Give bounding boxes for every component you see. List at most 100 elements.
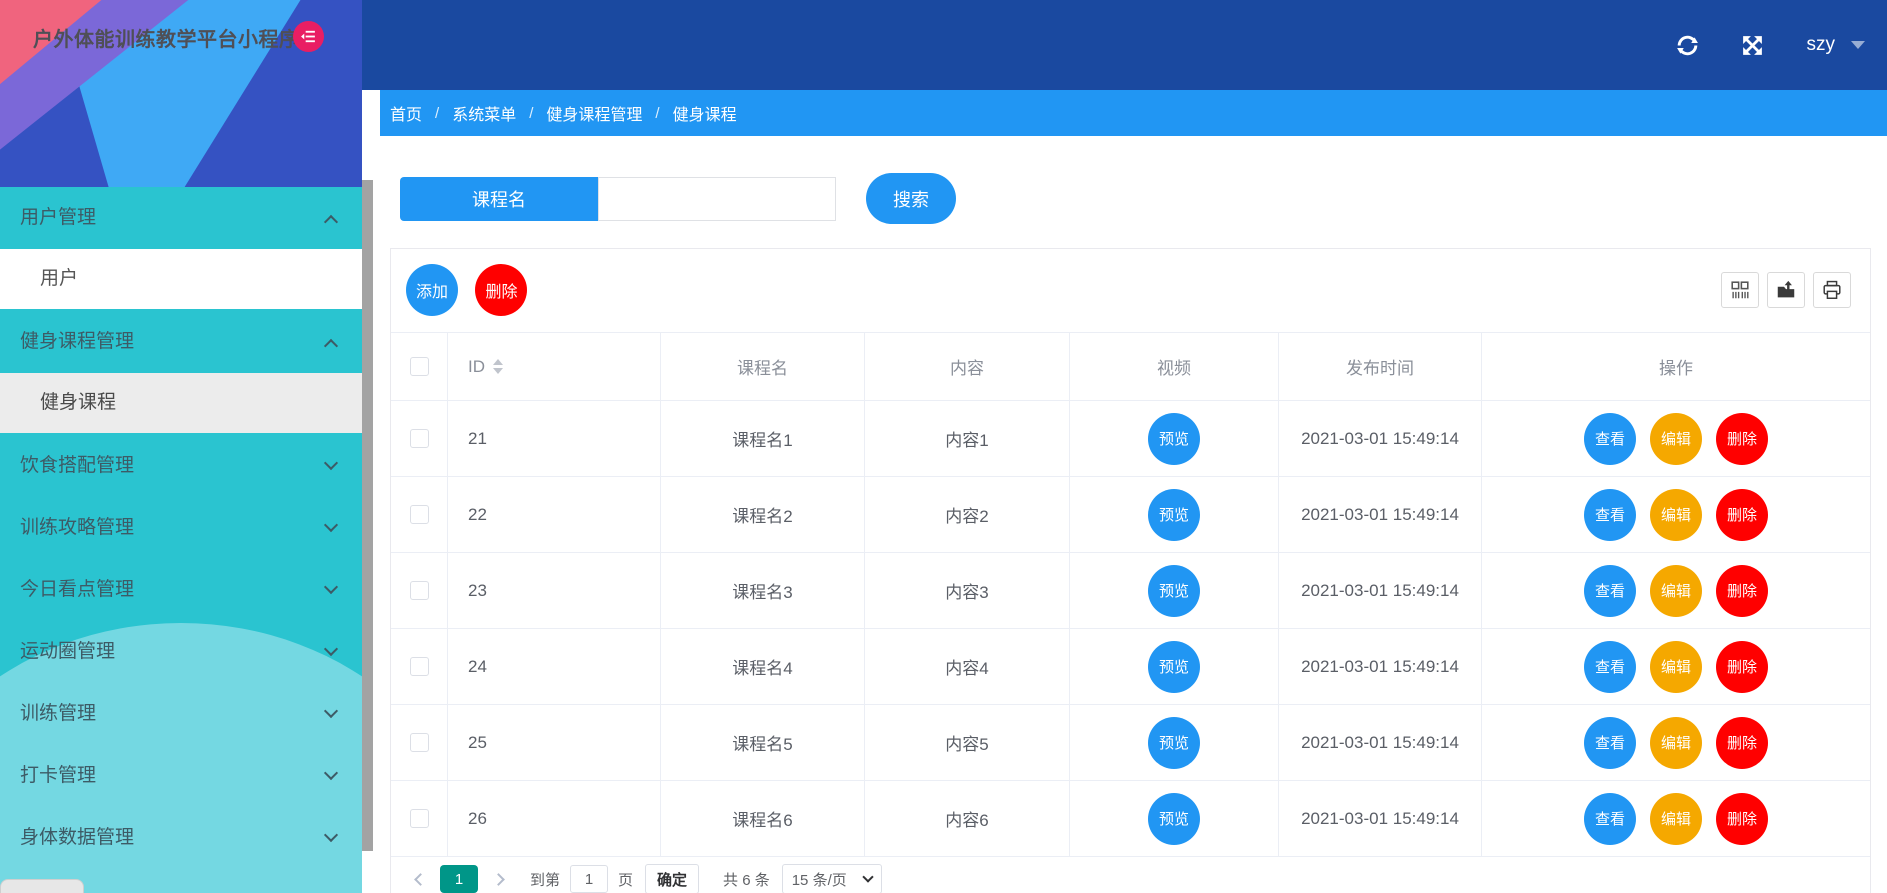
page-size-select[interactable]: 15 条/页 xyxy=(781,864,882,893)
breadcrumb-item[interactable]: 健身课程 xyxy=(673,101,737,125)
edit-button[interactable]: 编辑 xyxy=(1650,412,1702,465)
export-button[interactable] xyxy=(1767,272,1805,308)
view-button[interactable]: 查看 xyxy=(1584,488,1636,541)
view-button[interactable]: 查看 xyxy=(1584,792,1636,845)
add-button[interactable]: 添加 xyxy=(406,264,458,316)
view-button[interactable]: 查看 xyxy=(1584,564,1636,617)
sidebar-subitem[interactable]: 健身课程 xyxy=(0,373,362,433)
row-checkbox[interactable] xyxy=(409,657,429,676)
breadcrumb-item[interactable]: 系统菜单 xyxy=(452,101,516,125)
publish-time: 2021-03-01 15:49:14 xyxy=(1301,808,1459,828)
course-name: 课程名3 xyxy=(732,583,793,602)
sidebar-group-label: 身体数据管理 xyxy=(20,827,135,848)
cell-id: 24 xyxy=(448,629,661,704)
chevron-left-icon xyxy=(413,872,427,886)
fullscreen-icon[interactable] xyxy=(1740,33,1765,58)
sidebar-group-label: 训练攻略管理 xyxy=(20,517,135,538)
preview-button[interactable]: 预览 xyxy=(1148,488,1200,541)
edit-button[interactable]: 编辑 xyxy=(1650,564,1702,617)
cell-video: 预览 xyxy=(1070,629,1279,704)
cell-name: 课程名3 xyxy=(661,553,865,628)
row-checkbox[interactable] xyxy=(409,809,429,828)
preview-button[interactable]: 预览 xyxy=(1148,640,1200,693)
goto-page-input[interactable] xyxy=(570,865,609,893)
sidebar-group-item[interactable]: 今日看点管理 xyxy=(0,559,362,621)
preview-button[interactable]: 预览 xyxy=(1148,564,1200,617)
page-number-button[interactable]: 1 xyxy=(440,865,478,893)
search-button[interactable]: 搜索 xyxy=(866,173,956,224)
preview-button[interactable]: 预览 xyxy=(1148,716,1200,769)
row-actions: 查看 编辑 删除 xyxy=(1584,792,1768,845)
sidebar-bottom-widget[interactable] xyxy=(0,879,84,893)
chevron-down-icon xyxy=(323,641,339,657)
row-delete-button[interactable]: 删除 xyxy=(1716,716,1768,769)
row-checkbox[interactable] xyxy=(409,581,429,600)
columns-toggle-button[interactable] xyxy=(1721,272,1759,308)
select-all-checkbox[interactable] xyxy=(409,357,429,376)
print-button[interactable] xyxy=(1813,272,1851,308)
course-content: 内容4 xyxy=(945,659,989,678)
edit-button[interactable]: 编辑 xyxy=(1650,640,1702,693)
column-header-label: ID xyxy=(468,356,485,376)
caret-down-icon[interactable] xyxy=(1851,41,1865,49)
header-actions: szy xyxy=(1635,0,1865,90)
next-page-button[interactable] xyxy=(488,865,512,893)
row-delete-button[interactable]: 删除 xyxy=(1716,564,1768,617)
table-header-row: ID 课程名 内容 视频 发布时间 操作 xyxy=(391,332,1870,401)
cell-id: 26 xyxy=(448,781,661,856)
sidebar-group-item[interactable]: 训练管理 xyxy=(0,683,362,745)
edit-button[interactable]: 编辑 xyxy=(1650,792,1702,845)
sidebar-scrollbar[interactable] xyxy=(362,180,373,851)
row-checkbox[interactable] xyxy=(409,505,429,524)
sidebar-group-item[interactable]: 身体数据管理 xyxy=(0,807,362,869)
row-delete-button[interactable]: 删除 xyxy=(1716,640,1768,693)
preview-button[interactable]: 预览 xyxy=(1148,792,1200,845)
sidebar-group-item[interactable]: 打卡管理 xyxy=(0,745,362,807)
edit-button[interactable]: 编辑 xyxy=(1650,716,1702,769)
table-body: 21 课程名1 内容1 预览 2021-03-01 15:49:14 查看 编辑 删除 22 课程… xyxy=(391,401,1870,857)
logo-area: 户外体能训练教学平台小程序 xyxy=(0,0,362,187)
row-id: 26 xyxy=(468,808,487,828)
goto-confirm-button[interactable]: 确定 xyxy=(645,864,700,893)
sort-icon[interactable] xyxy=(493,359,503,374)
sidebar-group-item[interactable]: 健身课程管理 xyxy=(0,311,362,373)
cell-actions: 查看 编辑 删除 xyxy=(1482,553,1870,628)
goto-prefix-label: 到第 xyxy=(530,871,561,889)
cell-time: 2021-03-01 15:49:14 xyxy=(1279,477,1482,552)
sidebar-group-label: 饮食搭配管理 xyxy=(20,455,135,476)
page-size-value: 15 条/页 xyxy=(791,871,847,889)
course-name: 课程名1 xyxy=(732,431,793,450)
sidebar-group-item[interactable]: 运动圈管理 xyxy=(0,621,362,683)
row-checkbox[interactable] xyxy=(409,429,429,448)
chevron-up-icon xyxy=(323,338,339,354)
cell-name: 课程名2 xyxy=(661,477,865,552)
view-button[interactable]: 查看 xyxy=(1584,640,1636,693)
cell-id: 21 xyxy=(448,401,661,476)
cell-time: 2021-03-01 15:49:14 xyxy=(1279,401,1482,476)
preview-button[interactable]: 预览 xyxy=(1148,412,1200,465)
row-id: 23 xyxy=(468,580,487,600)
search-input[interactable] xyxy=(598,177,836,221)
sidebar-group-item[interactable]: 训练攻略管理 xyxy=(0,497,362,559)
cell-content: 内容5 xyxy=(865,705,1070,780)
edit-button[interactable]: 编辑 xyxy=(1650,488,1702,541)
sidebar-toggle-button[interactable] xyxy=(293,21,324,52)
delete-button[interactable]: 删除 xyxy=(475,264,528,316)
view-button[interactable]: 查看 xyxy=(1584,716,1636,769)
row-delete-button[interactable]: 删除 xyxy=(1716,792,1768,845)
sidebar-subitem[interactable]: 用户 xyxy=(0,249,362,309)
goto-suffix-label: 页 xyxy=(618,871,634,889)
sidebar-group-item[interactable]: 用户管理 xyxy=(0,187,362,249)
refresh-icon[interactable] xyxy=(1675,33,1700,58)
username[interactable]: szy xyxy=(1807,34,1836,56)
prev-page-button[interactable] xyxy=(406,865,430,893)
view-button[interactable]: 查看 xyxy=(1584,412,1636,465)
cell-time: 2021-03-01 15:49:14 xyxy=(1279,553,1482,628)
breadcrumb-item[interactable]: 健身课程管理 xyxy=(546,101,642,125)
search-field-selector[interactable]: 课程名 xyxy=(400,177,598,221)
row-delete-button[interactable]: 删除 xyxy=(1716,412,1768,465)
breadcrumb-item[interactable]: 首页 xyxy=(390,101,422,125)
row-delete-button[interactable]: 删除 xyxy=(1716,488,1768,541)
sidebar-group-item[interactable]: 饮食搭配管理 xyxy=(0,435,362,497)
row-checkbox[interactable] xyxy=(409,733,429,752)
